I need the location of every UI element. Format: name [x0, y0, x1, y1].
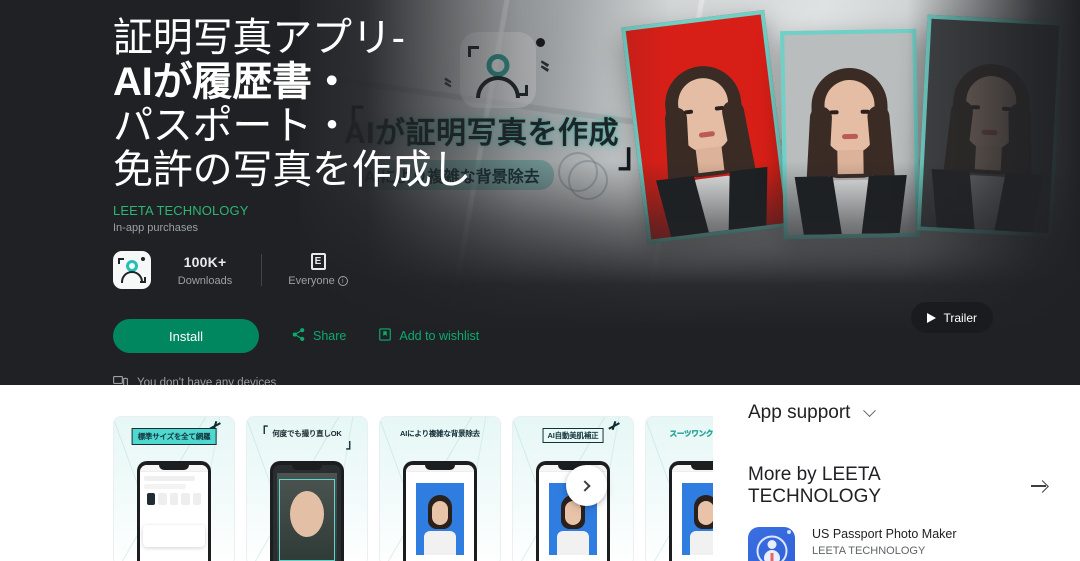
phone-mockup	[270, 461, 344, 561]
app-title-line-4: 免許の写真を作成し	[113, 148, 472, 192]
phone-mockup	[669, 461, 713, 561]
stats-divider	[261, 254, 262, 286]
content-rating-label: Everyone	[288, 275, 335, 287]
app-stats-row: 100K+ Downloads E Everyone i	[113, 251, 673, 289]
screenshot-item[interactable]: 標準サイズを全て網羅	[113, 416, 235, 561]
related-app-icon	[748, 527, 795, 561]
action-buttons-row: Install Share Add to wishlist	[113, 319, 673, 353]
chevron-right-icon	[579, 479, 591, 492]
arrow-right-icon	[1031, 480, 1048, 492]
device-availability-row: You don't have any devices	[113, 375, 673, 385]
screenshot-caption: スーツワンクリック着	[669, 429, 713, 438]
developer-link[interactable]: LEETA TECHNOLOGY	[113, 203, 673, 218]
more-by-developer-link[interactable]: More by LEETA TECHNOLOGY	[748, 464, 1048, 508]
share-button[interactable]: Share	[281, 321, 356, 351]
no-devices-label: You don't have any devices	[137, 377, 277, 385]
id-photo-grey	[780, 28, 920, 240]
app-support-title: App support	[748, 402, 851, 423]
screenshot-caption: 標準サイズを全て網羅	[131, 428, 217, 445]
frame-corner-icon	[118, 258, 124, 264]
app-title-line-1: 証明写真アプリ-	[113, 16, 405, 60]
info-icon[interactable]: i	[337, 276, 348, 286]
app-support-expander[interactable]: App support	[748, 398, 1048, 428]
shutter-dot-icon	[141, 257, 145, 261]
related-app-developer: LEETA TECHNOLOGY	[812, 545, 926, 557]
app-hero-section: 〟 〝 「 AIが証明写真を作成 」 AIにより複雑な背景除去 証明写真アプリ-…	[0, 0, 1080, 385]
bracket-close-icon: 」	[345, 437, 358, 451]
screenshot-caption: AIにより複雑な背景除去	[400, 429, 480, 438]
play-icon	[927, 312, 937, 323]
trailer-label: Trailer	[943, 310, 977, 325]
install-button[interactable]: Install	[113, 319, 259, 353]
bookmark-icon	[378, 327, 392, 345]
app-icon	[113, 251, 151, 289]
downloads-label: Downloads	[177, 274, 233, 287]
wishlist-label: Add to wishlist	[399, 329, 480, 343]
share-label: Share	[313, 329, 347, 343]
downloads-stat: 100K+ Downloads	[175, 254, 235, 287]
content-rating-label-row: Everyone i	[288, 275, 348, 287]
id-photo-dark	[916, 14, 1064, 238]
app-title-line-3: パスポート・	[113, 104, 352, 148]
app-details-section: 標準サイズを全て網羅 「 何度でも撮り直しOK 」 AIにより複雑な背景除去 A…	[0, 385, 1080, 561]
downloads-value: 100K+	[183, 253, 227, 270]
screenshot-item[interactable]: スーツワンクリック着	[645, 416, 713, 561]
bracket-open-icon: 「	[256, 425, 269, 439]
screenshot-item[interactable]: 「 何度でも撮り直しOK 」	[246, 416, 368, 561]
related-app-name: US Passport Photo Maker	[812, 527, 957, 541]
related-app-item[interactable]: US Passport Photo Maker LEETA TECHNOLOGY…	[748, 527, 1048, 561]
related-app-meta: US Passport Photo Maker LEETA TECHNOLOGY…	[812, 527, 957, 561]
app-title-line-2: AIが履歴書・	[113, 60, 352, 104]
screenshot-caption: AI自動美肌補正	[542, 428, 604, 443]
sparkle-icon	[605, 421, 623, 437]
carousel-next-button[interactable]	[566, 465, 607, 506]
portrait	[794, 61, 907, 235]
screenshot-item[interactable]: AIにより複雑な背景除去	[379, 416, 501, 561]
frame-corner-icon	[140, 277, 146, 283]
phone-mockup	[403, 461, 477, 561]
more-by-title: More by LEETA TECHNOLOGY	[748, 464, 882, 507]
chevron-down-icon	[863, 403, 877, 417]
screenshot-caption: 何度でも撮り直しOK	[272, 429, 342, 438]
screenshot-carousel[interactable]: 標準サイズを全て網羅 「 何度でも撮り直しOK 」 AIにより複雑な背景除去 A…	[113, 416, 713, 561]
app-info-panel: 証明写真アプリ- AIが履歴書・ パスポート・ 免許の写真を作成し LEETA …	[113, 0, 673, 385]
in-app-purchases-label: In-app purchases	[113, 222, 198, 234]
phone-mockup	[137, 461, 211, 561]
add-to-wishlist-button[interactable]: Add to wishlist	[368, 321, 489, 351]
trailer-button[interactable]: Trailer	[911, 302, 993, 333]
app-side-panel: App support More by LEETA TECHNOLOGY US …	[748, 398, 1048, 561]
content-rating-badge-icon: E	[310, 253, 326, 270]
share-icon	[291, 327, 306, 345]
devices-icon	[113, 375, 128, 385]
page-title: 証明写真アプリ- AIが履歴書・ パスポート・ 免許の写真を作成し	[113, 16, 673, 192]
content-rating-stat: E Everyone i	[288, 253, 348, 287]
